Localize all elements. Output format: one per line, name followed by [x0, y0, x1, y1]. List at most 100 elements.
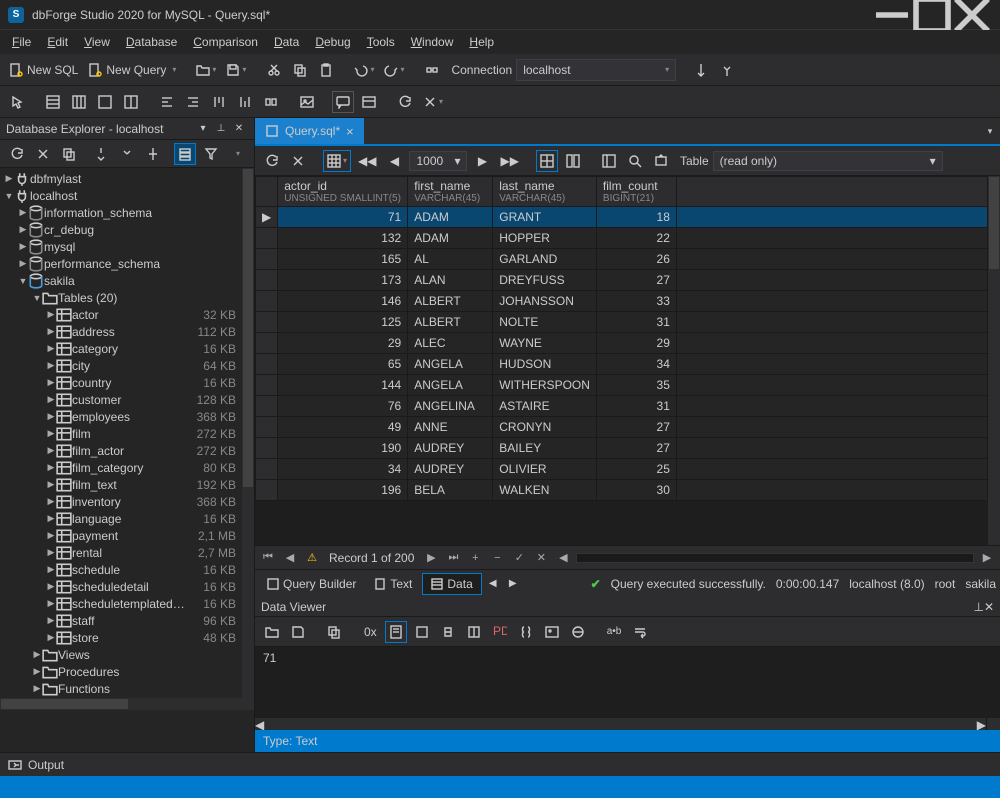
tab-close-icon[interactable]: ×	[346, 124, 354, 139]
tree-table-schedule[interactable]: ▶schedule16 KB	[0, 561, 242, 578]
dv-spatial-icon[interactable]	[567, 621, 589, 643]
tree-table-city[interactable]: ▶city64 KB	[0, 357, 242, 374]
table-row[interactable]: 49ANNECRONYN27	[256, 417, 988, 438]
tab-query-sql[interactable]: Query.sql* ×	[255, 118, 364, 144]
tree-table-film_actor[interactable]: ▶film_actor272 KB	[0, 442, 242, 459]
dv-ab-icon[interactable]: a•b	[603, 621, 625, 643]
tree-table-scheduletemplatedetail[interactable]: ▶scheduletemplatedetail16 KB	[0, 595, 242, 612]
grid-last-icon[interactable]: ▶▶	[497, 150, 521, 172]
menu-comparison[interactable]: Comparison	[185, 32, 266, 52]
toolbar-connect-button[interactable]	[690, 59, 712, 81]
explorer-conn3-icon[interactable]	[142, 143, 164, 165]
menu-debug[interactable]: Debug	[307, 32, 358, 52]
explorer-window-icon[interactable]	[58, 143, 80, 165]
tree-table-scheduledetail[interactable]: ▶scheduledetail16 KB	[0, 578, 242, 595]
grid-mode2-icon[interactable]	[562, 150, 584, 172]
grid-cols-icon[interactable]	[598, 150, 620, 172]
tool-grid1-icon[interactable]	[42, 91, 64, 113]
tool-align3-icon[interactable]	[208, 91, 230, 113]
tree-table-store[interactable]: ▶store48 KB	[0, 629, 242, 646]
pager-scroll-left-icon[interactable]: ◀	[554, 549, 572, 567]
table-row[interactable]: 146ALBERTJOHANSSON33	[256, 291, 988, 312]
menu-database[interactable]: Database	[118, 32, 185, 52]
explorer-conn2-icon[interactable]	[116, 143, 138, 165]
tree-folder-views[interactable]: ▶Views	[0, 646, 242, 663]
panel-close-icon[interactable]: ✕	[230, 120, 248, 138]
grid-first-icon[interactable]: ◀◀	[355, 150, 379, 172]
grid-search-icon[interactable]	[624, 150, 646, 172]
grid-next-icon[interactable]: ▶	[471, 150, 493, 172]
data-viewer-body[interactable]: 71	[255, 647, 1000, 718]
table-row[interactable]: 132ADAMHOPPER22	[256, 228, 988, 249]
pager-scroll-right-icon[interactable]: ▶	[978, 549, 996, 567]
tree-table-category[interactable]: ▶category16 KB	[0, 340, 242, 357]
grid-mode-dropdown[interactable]: (read only)▾	[713, 151, 943, 171]
tree-table-rental[interactable]: ▶rental2,7 MB	[0, 544, 242, 561]
tool-grid4-icon[interactable]	[120, 91, 142, 113]
explorer-filter-icon[interactable]	[200, 143, 222, 165]
grid-prev-icon[interactable]: ◀	[383, 150, 405, 172]
toolbar-paste-button[interactable]	[315, 59, 337, 81]
close-button[interactable]	[952, 1, 992, 29]
dv-open-icon[interactable]	[261, 621, 283, 643]
tool-clear-icon[interactable]: ▾	[420, 91, 446, 113]
tree-table-staff[interactable]: ▶staff96 KB	[0, 612, 242, 629]
toolbar-redo-button[interactable]: ▾	[381, 59, 407, 81]
tool-image-icon[interactable]	[296, 91, 318, 113]
dv-copy-icon[interactable]	[323, 621, 345, 643]
dv-pin-icon[interactable]: ⊥	[973, 600, 983, 614]
tree-table-payment[interactable]: ▶payment2,1 MB	[0, 527, 242, 544]
menu-file[interactable]: File	[4, 32, 39, 52]
pager-h-scroll[interactable]	[576, 553, 974, 563]
dv-view4-icon[interactable]	[437, 621, 459, 643]
result-grid[interactable]: actor_idUNSIGNED SMALLINT(5)first_nameVA…	[255, 176, 988, 545]
menu-tools[interactable]: Tools	[359, 32, 403, 52]
pager-cancel-icon[interactable]: ✕	[532, 549, 550, 567]
tree-folder-triggers[interactable]: ▶Triggers	[0, 697, 242, 698]
toolbar-disconnect-button[interactable]	[716, 59, 738, 81]
tree-schema-performance_schema[interactable]: ▶performance_schema	[0, 255, 242, 272]
table-row[interactable]: ▶71ADAMGRANT18	[256, 207, 988, 228]
toolbar-undo-button[interactable]: ▾	[351, 59, 377, 81]
dv-save-icon[interactable]	[287, 621, 309, 643]
table-row[interactable]: 34AUDREYOLIVIER25	[256, 459, 988, 480]
dv-view5-icon[interactable]	[463, 621, 485, 643]
tree-schema-mysql[interactable]: ▶mysql	[0, 238, 242, 255]
menu-window[interactable]: Window	[403, 32, 462, 52]
tree-table-language[interactable]: ▶language16 KB	[0, 510, 242, 527]
tree-table-employees[interactable]: ▶employees368 KB	[0, 408, 242, 425]
panel-dropdown-icon[interactable]: ▾	[194, 120, 212, 138]
tree-folder-functions[interactable]: ▶Functions	[0, 680, 242, 697]
dv-image-icon[interactable]	[541, 621, 563, 643]
grid-scrollbar-vertical[interactable]	[988, 176, 1000, 545]
table-row[interactable]: 29ALECWAYNE29	[256, 333, 988, 354]
tool-panel-icon[interactable]	[358, 91, 380, 113]
grid-stop-icon[interactable]	[287, 150, 309, 172]
maximize-button[interactable]	[912, 1, 952, 29]
tab-data[interactable]: Data	[422, 573, 481, 595]
pager-next-icon[interactable]: ▶	[422, 549, 440, 567]
menu-data[interactable]: Data	[266, 32, 307, 52]
data-viewer-scrollbar[interactable]: ◀▶	[255, 718, 1000, 730]
tree-scrollbar-horizontal[interactable]	[0, 698, 254, 710]
tree-table-film_category[interactable]: ▶film_category80 KB	[0, 459, 242, 476]
tree-table-film[interactable]: ▶film272 KB	[0, 425, 242, 442]
tree-tables-folder[interactable]: ▼Tables (20)	[0, 289, 242, 306]
new-query-button[interactable]: New Query▾	[85, 59, 179, 81]
table-row[interactable]: 196BELAWALKEN30	[256, 480, 988, 501]
toolbar-copy-button[interactable]	[289, 59, 311, 81]
connection-icon[interactable]	[421, 59, 443, 81]
grid-view-icon[interactable]: ▾	[323, 150, 351, 172]
grid-refresh-icon[interactable]	[261, 150, 283, 172]
pager-check-icon[interactable]: ✓	[510, 549, 528, 567]
tree-root-dbfmylast[interactable]: ▶dbfmylast	[0, 170, 242, 187]
tool-refresh-icon[interactable]	[394, 91, 416, 113]
tree-table-film_text[interactable]: ▶film_text192 KB	[0, 476, 242, 493]
grid-mode1-icon[interactable]	[536, 150, 558, 172]
menu-view[interactable]: View	[76, 32, 118, 52]
column-header-last_name[interactable]: last_nameVARCHAR(45)	[493, 177, 597, 207]
tree-folder-procedures[interactable]: ▶Procedures	[0, 663, 242, 680]
menu-edit[interactable]: Edit	[39, 32, 76, 52]
tree-table-actor[interactable]: ▶actor32 KB	[0, 306, 242, 323]
dv-wrap-icon[interactable]	[629, 621, 651, 643]
